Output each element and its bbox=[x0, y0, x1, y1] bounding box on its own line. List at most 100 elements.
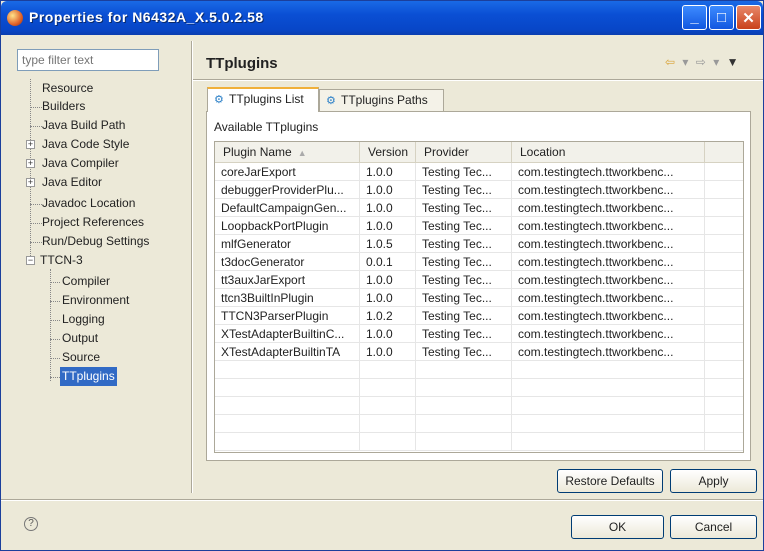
table-cell bbox=[360, 361, 416, 379]
table-cell: com.testingtech.ttworkbenc... bbox=[512, 163, 705, 181]
table-cell bbox=[416, 415, 512, 433]
table-cell: tt3auxJarExport bbox=[215, 271, 360, 289]
properties-tree: Resource Builders Java Build Path + Java… bbox=[17, 79, 189, 499]
tree-connector bbox=[50, 282, 60, 283]
table-cell: 1.0.5 bbox=[360, 235, 416, 253]
table-cell: Testing Tec... bbox=[416, 181, 512, 199]
tree-item-compiler[interactable]: Compiler bbox=[62, 272, 110, 291]
expand-icon[interactable]: + bbox=[26, 178, 35, 187]
column-header-plugin-name[interactable]: Plugin Name ▲ bbox=[215, 142, 360, 163]
table-row[interactable]: mlfGenerator 1.0.5 Testing Tec... com.testi… bbox=[215, 235, 743, 253]
dropdown-arrow-icon[interactable]: ▾ bbox=[713, 55, 721, 69]
history-nav: ⇦ ▾ ⇨ ▾ ▼ bbox=[665, 55, 740, 69]
table-cell bbox=[360, 379, 416, 397]
tree-item-logging[interactable]: Logging bbox=[62, 310, 105, 329]
tree-item-java-compiler[interactable]: Java Compiler bbox=[42, 154, 119, 173]
help-icon[interactable]: ? bbox=[24, 517, 38, 531]
forward-arrow-icon[interactable]: ⇨ bbox=[696, 55, 708, 69]
tab-label: TTplugins Paths bbox=[341, 93, 428, 107]
table-cell: 1.0.0 bbox=[360, 325, 416, 343]
cancel-button[interactable]: Cancel bbox=[670, 515, 757, 539]
table-cell: com.testingtech.ttworkbenc... bbox=[512, 289, 705, 307]
tree-connector bbox=[30, 242, 42, 243]
table-row[interactable]: ttcn3BuiltInPlugin 1.0.0 Testing Tec... com… bbox=[215, 289, 743, 307]
tree-item-output[interactable]: Output bbox=[62, 329, 98, 348]
table-cell: Testing Tec... bbox=[416, 307, 512, 325]
restore-defaults-button[interactable]: Restore Defaults bbox=[557, 469, 663, 493]
minimize-button[interactable]: _ bbox=[682, 5, 707, 30]
view-menu-icon[interactable]: ▼ bbox=[727, 55, 741, 69]
tree-item-builders[interactable]: Builders bbox=[42, 97, 85, 116]
table-cell: debuggerProviderPlu... bbox=[215, 181, 360, 199]
table-row[interactable]: XTestAdapterBuiltinC... 1.0.0 Testing Tec.… bbox=[215, 325, 743, 343]
tree-item-resource[interactable]: Resource bbox=[42, 79, 93, 98]
tree-connector bbox=[30, 126, 42, 127]
pane-divider[interactable] bbox=[191, 41, 193, 493]
table-row[interactable]: DefaultCampaignGen... 1.0.0 Testing Tec...… bbox=[215, 199, 743, 217]
close-button[interactable]: ✕ bbox=[736, 5, 761, 30]
table-row[interactable]: XTestAdapterBuiltinTA 1.0.0 Testing Tec...… bbox=[215, 343, 743, 361]
table-row[interactable]: tt3auxJarExport 1.0.0 Testing Tec... com.te… bbox=[215, 271, 743, 289]
maximize-button[interactable]: □ bbox=[709, 5, 734, 30]
table-cell: com.testingtech.ttworkbenc... bbox=[512, 181, 705, 199]
tree-item-source[interactable]: Source bbox=[62, 348, 100, 367]
tab-ttplugins-list[interactable]: ⚙ TTplugins List bbox=[207, 87, 319, 112]
table-cell bbox=[215, 361, 360, 379]
tree-item-java-editor[interactable]: Java Editor bbox=[42, 173, 102, 192]
column-label: Plugin Name bbox=[223, 145, 292, 159]
table-cell: com.testingtech.ttworkbenc... bbox=[512, 343, 705, 361]
title-bar[interactable]: Properties for N6432A_X.5.0.2.58 _ □ ✕ bbox=[1, 1, 763, 35]
filter-input[interactable] bbox=[17, 49, 159, 71]
table-cell bbox=[215, 379, 360, 397]
properties-window: Properties for N6432A_X.5.0.2.58 _ □ ✕ R… bbox=[0, 0, 764, 551]
table-row[interactable]: t3docGenerator 0.0.1 Testing Tec... com.tes… bbox=[215, 253, 743, 271]
tree-item-run-debug-settings[interactable]: Run/Debug Settings bbox=[42, 232, 149, 251]
table-cell: com.testingtech.ttworkbenc... bbox=[512, 235, 705, 253]
back-arrow-icon[interactable]: ⇦ bbox=[665, 55, 677, 69]
tree-connector bbox=[50, 377, 60, 378]
table-row bbox=[215, 397, 743, 415]
tab-label: TTplugins List bbox=[229, 92, 304, 106]
table-cell: Testing Tec... bbox=[416, 289, 512, 307]
expand-icon[interactable]: + bbox=[26, 140, 35, 149]
plugin-paths-icon: ⚙ bbox=[326, 95, 336, 107]
table-cell bbox=[215, 415, 360, 433]
table-cell: coreJarExport bbox=[215, 163, 360, 181]
ok-button[interactable]: OK bbox=[571, 515, 664, 539]
tree-item-java-code-style[interactable]: Java Code Style bbox=[42, 135, 129, 154]
table-cell bbox=[512, 433, 705, 451]
table-row[interactable]: coreJarExport 1.0.0 Testing Tec... com.test… bbox=[215, 163, 743, 181]
tree-item-javadoc-location[interactable]: Javadoc Location bbox=[42, 194, 135, 213]
tree-item-project-references[interactable]: Project References bbox=[42, 213, 144, 232]
table-cell: 1.0.0 bbox=[360, 199, 416, 217]
table-cell: XTestAdapterBuiltinC... bbox=[215, 325, 360, 343]
dropdown-arrow-icon[interactable]: ▾ bbox=[682, 55, 690, 69]
table-cell bbox=[512, 397, 705, 415]
apply-button[interactable]: Apply bbox=[670, 469, 757, 493]
table-cell bbox=[416, 379, 512, 397]
collapse-icon[interactable]: − bbox=[26, 256, 35, 265]
column-header-location[interactable]: Location bbox=[512, 142, 705, 163]
tree-item-ttcn3[interactable]: TTCN-3 bbox=[40, 251, 83, 270]
table-cell bbox=[360, 433, 416, 451]
tree-item-environment[interactable]: Environment bbox=[62, 291, 129, 310]
tree-item-java-build-path[interactable]: Java Build Path bbox=[42, 116, 125, 135]
table-cell: 1.0.0 bbox=[360, 217, 416, 235]
column-header-provider[interactable]: Provider bbox=[416, 142, 512, 163]
tree-item-ttplugins[interactable]: TTplugins bbox=[60, 367, 117, 386]
table-cell: Testing Tec... bbox=[416, 163, 512, 181]
table-row bbox=[215, 433, 743, 451]
tab-ttplugins-paths[interactable]: ⚙ TTplugins Paths bbox=[319, 89, 444, 111]
column-header-version[interactable]: Version bbox=[360, 142, 416, 163]
table-row[interactable]: TTCN3ParserPlugin 1.0.2 Testing Tec... com.… bbox=[215, 307, 743, 325]
plugins-table: Plugin Name ▲ Version Provider Location c… bbox=[214, 141, 744, 453]
table-cell: 1.0.0 bbox=[360, 181, 416, 199]
table-row[interactable]: LoopbackPortPlugin 1.0.0 Testing Tec... com… bbox=[215, 217, 743, 235]
table-row[interactable]: debuggerProviderPlu... 1.0.0 Testing Tec..… bbox=[215, 181, 743, 199]
table-cell: TTCN3ParserPlugin bbox=[215, 307, 360, 325]
expand-icon[interactable]: + bbox=[26, 159, 35, 168]
footer-separator bbox=[1, 499, 763, 501]
table-row bbox=[215, 379, 743, 397]
table-cell: XTestAdapterBuiltinTA bbox=[215, 343, 360, 361]
table-cell bbox=[416, 433, 512, 451]
